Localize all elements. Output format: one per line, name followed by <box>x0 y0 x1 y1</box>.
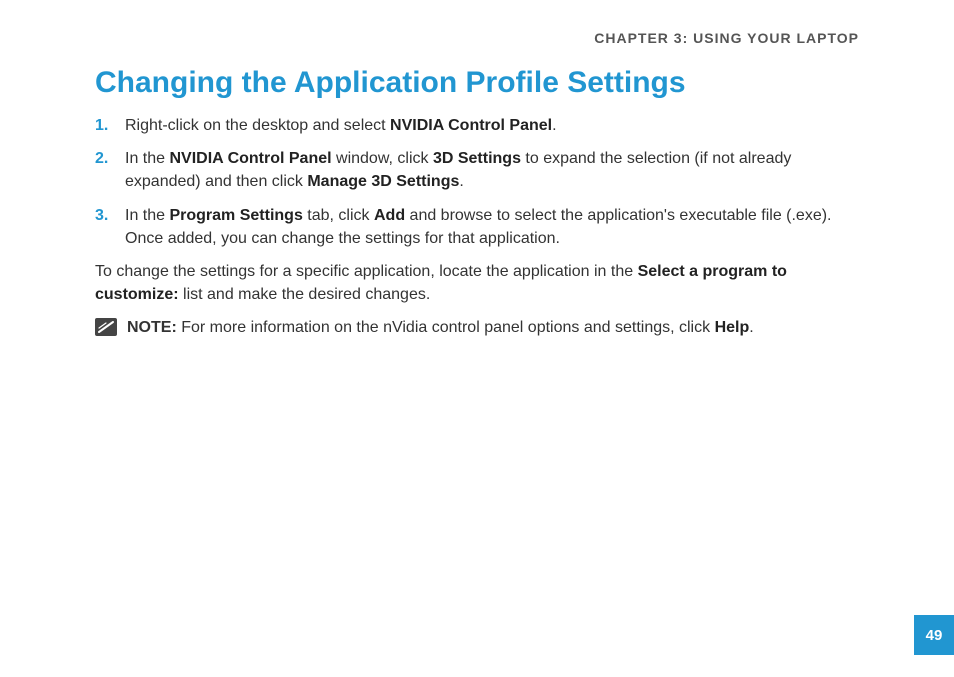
step-item: 1. Right-click on the desktop and select… <box>95 114 859 137</box>
step-item: 2. In the NVIDIA Control Panel window, c… <box>95 147 859 193</box>
body-paragraph: To change the settings for a specific ap… <box>95 260 859 306</box>
page-title: Changing the Application Profile Setting… <box>95 66 859 100</box>
step-body: In the NVIDIA Control Panel window, clic… <box>125 147 859 193</box>
text-run: list and make the desired changes. <box>179 286 431 303</box>
step-body: In the Program Settings tab, click Add a… <box>125 204 859 250</box>
text-run: Right-click on the desktop and select <box>125 117 390 134</box>
text-run: In the <box>125 150 169 167</box>
bold-text: Add <box>374 207 405 224</box>
text-run: To change the settings for a specific ap… <box>95 263 638 280</box>
bold-text: 3D Settings <box>433 150 521 167</box>
text-run: . <box>552 117 556 134</box>
document-page: CHAPTER 3: USING YOUR LAPTOP Changing th… <box>0 0 954 340</box>
text-run: . <box>749 319 753 336</box>
steps-list: 1. Right-click on the desktop and select… <box>95 114 859 250</box>
text-run: For more information on the nVidia contr… <box>177 319 715 336</box>
page-number: 49 <box>914 615 954 655</box>
text-run: In the <box>125 207 169 224</box>
text-run: . <box>459 173 463 190</box>
bold-text: Manage 3D Settings <box>307 173 459 190</box>
step-item: 3. In the Program Settings tab, click Ad… <box>95 204 859 250</box>
bold-text: NVIDIA Control Panel <box>390 117 552 134</box>
text-run: tab, click <box>303 207 374 224</box>
note-text: NOTE: For more information on the nVidia… <box>127 316 859 339</box>
bold-text: Help <box>715 319 750 336</box>
step-number: 2. <box>95 147 125 193</box>
bold-text: Program Settings <box>169 207 302 224</box>
bold-text: NVIDIA Control Panel <box>169 150 331 167</box>
step-number: 3. <box>95 204 125 250</box>
text-run: window, click <box>332 150 433 167</box>
chapter-header: CHAPTER 3: USING YOUR LAPTOP <box>95 30 859 46</box>
note-box: NOTE: For more information on the nVidia… <box>95 316 859 339</box>
step-number: 1. <box>95 114 125 137</box>
note-label: NOTE: <box>127 319 177 336</box>
step-body: Right-click on the desktop and select NV… <box>125 114 859 137</box>
note-icon <box>95 318 117 336</box>
